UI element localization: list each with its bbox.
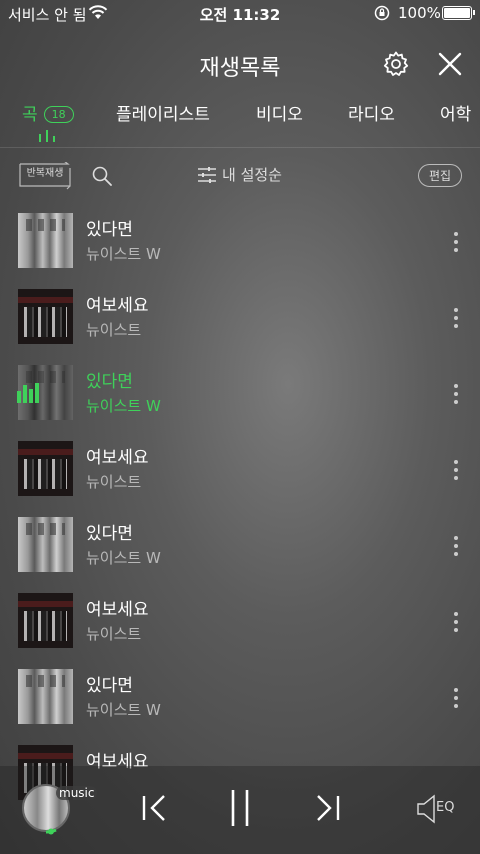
gear-icon[interactable] — [382, 50, 410, 78]
more-icon[interactable] — [452, 231, 460, 253]
list-item[interactable]: 여보세요 뉴이스트 — [0, 289, 480, 345]
song-artist: 뉴이스트 W — [86, 701, 161, 719]
repeat-button[interactable]: 반복재생 — [18, 162, 72, 190]
song-title: 여보세요 — [86, 600, 149, 620]
more-icon[interactable] — [452, 383, 460, 405]
song-title: 여보세요 — [86, 448, 149, 468]
list-item[interactable]: 있다면 뉴이스트 W — [0, 669, 480, 725]
list-item[interactable]: 여보세요 뉴이스트 — [0, 593, 480, 649]
sort-label: 내 설정순 — [222, 166, 282, 184]
song-title: 여보세요 — [86, 296, 149, 316]
more-icon[interactable] — [452, 687, 460, 709]
header: 재생목록 — [0, 40, 480, 88]
song-artist: 뉴이스트 — [86, 473, 142, 491]
more-icon[interactable] — [452, 459, 460, 481]
eq-button[interactable]: EQ — [416, 794, 460, 824]
pause-icon[interactable] — [228, 788, 252, 828]
tab-video[interactable]: 비디오 — [256, 100, 303, 125]
search-icon[interactable] — [92, 166, 112, 186]
song-title: 있다면 — [86, 676, 133, 696]
song-title: 있다면 — [86, 372, 133, 392]
eq-label: EQ — [436, 800, 455, 815]
list-item[interactable]: 여보세요 뉴이스트 — [0, 441, 480, 497]
battery-icon — [442, 6, 475, 20]
now-playing-tab-icon — [39, 130, 55, 142]
song-artist: 뉴이스트 W — [86, 397, 161, 415]
more-icon[interactable] — [452, 611, 460, 633]
status-bar: 서비스 안 됨 오전 11:32 100% — [0, 0, 480, 28]
tab-bar: 곡 18 플레이리스트 비디오 라디오 어학 — [0, 96, 480, 148]
sort-icon — [198, 167, 216, 183]
rotation-lock-icon — [374, 5, 390, 21]
previous-track-icon[interactable] — [140, 788, 170, 828]
edit-button[interactable]: 편집 — [418, 164, 463, 187]
more-icon[interactable] — [452, 307, 460, 329]
repeat-label: 반복재생 — [26, 168, 64, 179]
song-artist: 뉴이스트 — [86, 625, 142, 643]
album-cover — [18, 289, 73, 344]
song-artist: 뉴이스트 — [86, 321, 142, 339]
song-artist: 뉴이스트 W — [86, 549, 161, 567]
battery-percent: 100% — [398, 4, 441, 22]
tab-radio[interactable]: 라디오 — [348, 100, 395, 125]
album-cover — [18, 517, 73, 572]
music-badge: music — [56, 786, 98, 800]
tab-playlists[interactable]: 플레이리스트 — [116, 100, 210, 125]
now-playing-icon — [17, 383, 39, 403]
list-item[interactable]: 있다면 뉴이스트 W — [0, 517, 480, 573]
list-toolbar: 반복재생 내 설정순 편집 — [0, 156, 480, 198]
close-icon[interactable] — [436, 50, 464, 78]
next-track-icon[interactable] — [312, 788, 342, 828]
mini-player: music EQ — [0, 766, 480, 854]
song-title: 있다면 — [86, 524, 133, 544]
sort-button[interactable]: 내 설정순 — [198, 164, 282, 185]
song-artist: 뉴이스트 W — [86, 245, 161, 263]
album-cover — [18, 441, 73, 496]
song-title: 있다면 — [86, 220, 133, 240]
list-item-now-playing[interactable]: 있다면 뉴이스트 W — [0, 365, 480, 421]
tab-language[interactable]: 어학 — [440, 100, 471, 125]
album-cover — [18, 669, 73, 724]
more-icon[interactable] — [452, 535, 460, 557]
tab-label: 곡 — [22, 105, 38, 125]
album-cover — [18, 213, 73, 268]
list-item[interactable]: 있다면 뉴이스트 W — [0, 213, 480, 269]
song-count-badge: 18 — [43, 106, 74, 123]
album-cover — [18, 593, 73, 648]
tab-songs[interactable]: 곡 18 — [22, 100, 74, 125]
